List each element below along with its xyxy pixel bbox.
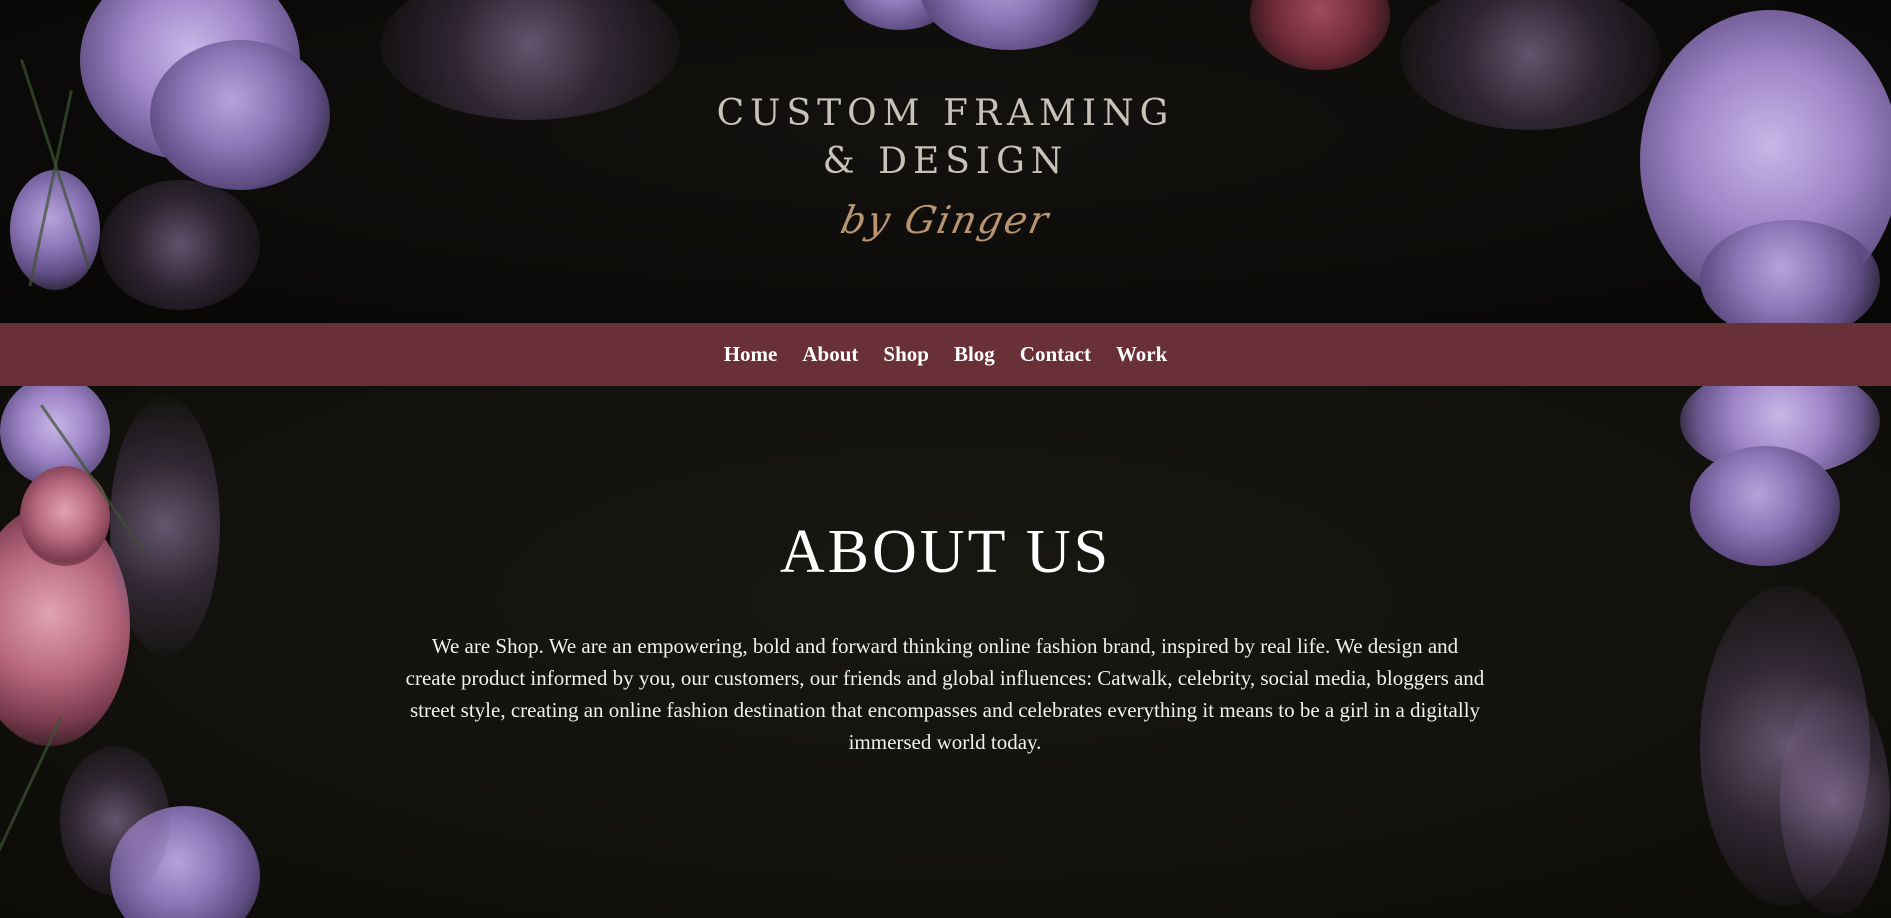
nav-home[interactable]: Home (724, 342, 778, 367)
flower-decoration (60, 746, 170, 896)
logo-line-1: CUSTOM FRAMING (716, 93, 1175, 134)
flower-decoration (1700, 586, 1870, 906)
flower-decoration (1780, 686, 1890, 916)
about-description: We are Shop. We are an empowering, bold … (405, 634, 1485, 754)
logo-line-2: & DESIGN (822, 141, 1069, 182)
stem-decoration (0, 716, 63, 899)
flower-decoration (920, 0, 1100, 50)
nav-about[interactable]: About (802, 342, 858, 367)
flower-decoration (1680, 386, 1880, 476)
nav-work[interactable]: Work (1116, 342, 1167, 367)
flower-decoration (110, 806, 260, 918)
main-navigation: Home About Shop Blog Contact Work (0, 323, 1891, 386)
flower-decoration (1250, 0, 1390, 70)
nav-contact[interactable]: Contact (1020, 342, 1091, 367)
flower-decoration (0, 386, 110, 486)
page-title: ABOUT US (779, 518, 1112, 586)
logo-signature: by Ginger (836, 198, 1055, 242)
flower-decoration (840, 0, 960, 30)
site-logo[interactable]: CUSTOM FRAMING & DESIGN by Ginger (0, 90, 1891, 242)
nav-blog[interactable]: Blog (954, 342, 995, 367)
nav-shop[interactable]: Shop (883, 342, 929, 367)
